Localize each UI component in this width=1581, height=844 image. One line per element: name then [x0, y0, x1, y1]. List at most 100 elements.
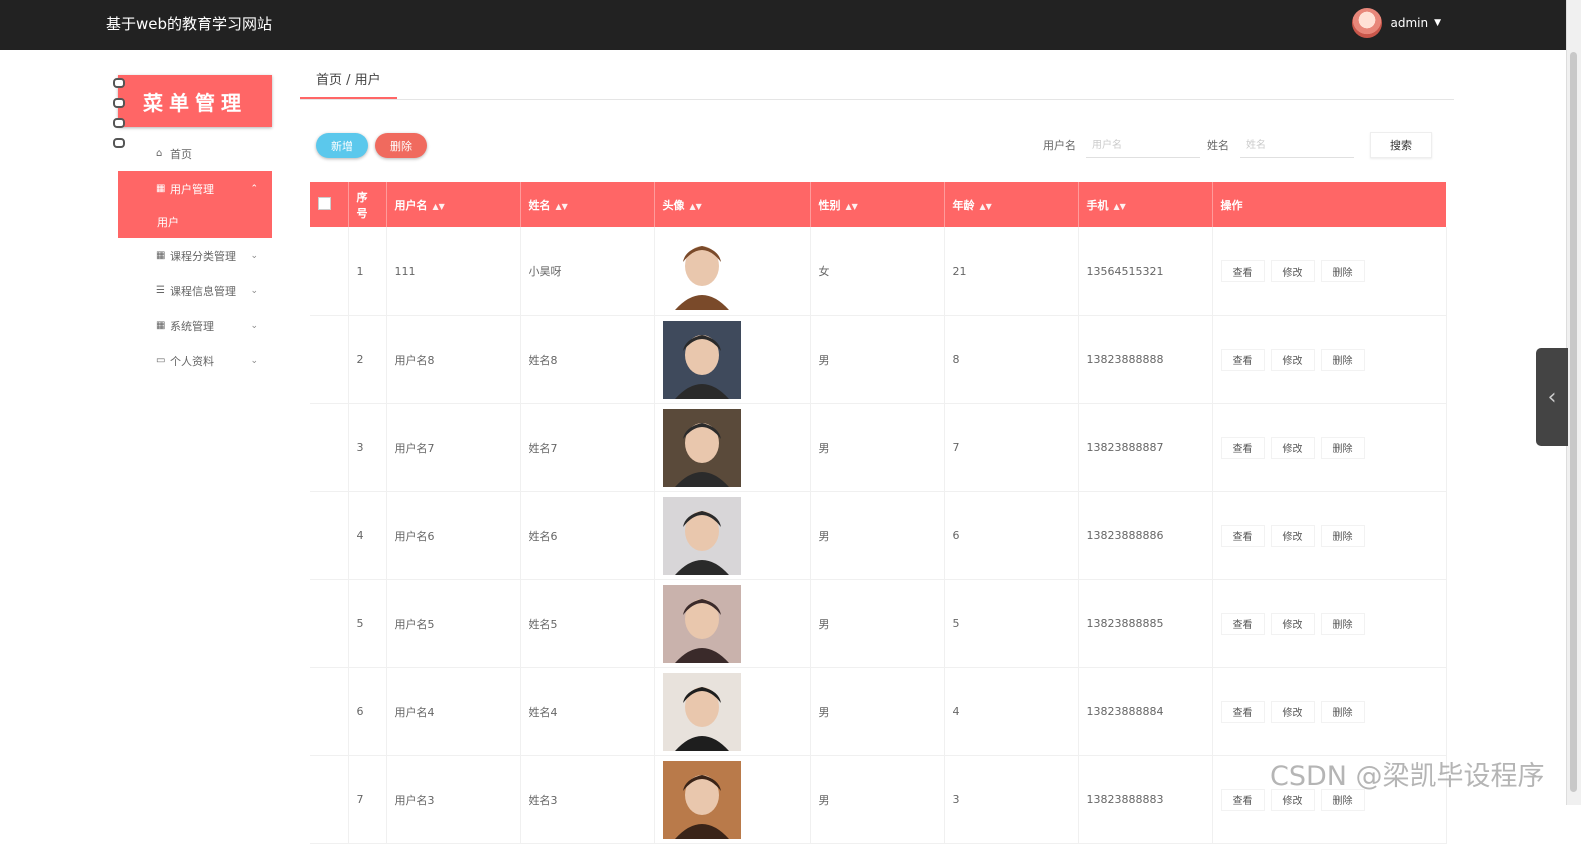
- table-row: 5 用户名5 姓名5 男 5 13823888885 查看 修改 删除: [310, 579, 1447, 668]
- column-header[interactable]: 头像 ▲▼: [654, 182, 811, 227]
- page-scrollbar[interactable]: [1566, 0, 1581, 805]
- sidebar-item-course-info[interactable]: ☰ 课程信息管理 ⌄: [118, 273, 272, 308]
- edit-button[interactable]: 修改: [1270, 436, 1315, 459]
- column-header[interactable]: 手机 ▲▼: [1078, 182, 1213, 227]
- search-button[interactable]: 搜索: [1370, 132, 1432, 158]
- row-index: 7: [348, 755, 387, 844]
- row-select-cell[interactable]: [310, 755, 349, 844]
- grid-icon: ▦: [156, 250, 166, 261]
- cell-age: 6: [944, 491, 1079, 580]
- cell-age: 7: [944, 403, 1079, 492]
- cell-username: 用户名6: [386, 491, 521, 580]
- cell-gender: 男: [810, 315, 945, 404]
- cell-phone: 13823888885: [1078, 579, 1213, 668]
- sort-icon: ▲▼: [1113, 201, 1126, 211]
- watermark: CSDN @梁凯毕设程序: [1270, 761, 1545, 792]
- cell-name: 姓名5: [520, 579, 655, 668]
- cell-gender: 男: [810, 491, 945, 580]
- column-header[interactable]: 姓名 ▲▼: [520, 182, 655, 227]
- chevron-up-icon: ⌃: [250, 183, 258, 194]
- column-header[interactable]: 用户名 ▲▼: [386, 182, 521, 227]
- username-search-input[interactable]: [1086, 134, 1200, 158]
- column-header[interactable]: 性别 ▲▼: [810, 182, 945, 227]
- caret-down-icon[interactable]: ▼: [1434, 18, 1441, 28]
- chevron-left-icon[interactable]: ‹: [1548, 385, 1557, 410]
- sidebar-item-label: 个人资料: [170, 354, 214, 368]
- row-select-cell[interactable]: [310, 315, 349, 404]
- avatar-image: [662, 760, 741, 839]
- edit-button[interactable]: 修改: [1270, 700, 1315, 723]
- table-row: 3 用户名7 姓名7 男 7 13823888887 查看 修改 删除: [310, 403, 1447, 492]
- cell-age: 3: [944, 755, 1079, 844]
- view-button[interactable]: 查看: [1220, 788, 1265, 811]
- view-button[interactable]: 查看: [1220, 524, 1265, 547]
- cell-username: 用户名8: [386, 315, 521, 404]
- top-bar: 基于web的教育学习网站 admin ▼: [0, 0, 1567, 50]
- row-select-cell[interactable]: [310, 491, 349, 580]
- cell-name: 小昊呀: [520, 227, 655, 316]
- row-select-cell[interactable]: [310, 667, 349, 756]
- view-button[interactable]: 查看: [1220, 348, 1265, 371]
- user-menu[interactable]: admin ▼: [1352, 8, 1441, 38]
- view-button[interactable]: 查看: [1220, 612, 1265, 635]
- select-all-checkbox[interactable]: [318, 196, 331, 210]
- cell-actions: 查看 修改 删除: [1212, 403, 1447, 492]
- sidebar-subitem-users[interactable]: 用户: [118, 206, 272, 238]
- user-name[interactable]: admin: [1390, 16, 1428, 30]
- row-index: 4: [348, 491, 387, 580]
- cell-age: 5: [944, 579, 1079, 668]
- delete-button[interactable]: 删除: [1320, 436, 1365, 459]
- edit-button[interactable]: 修改: [1270, 348, 1315, 371]
- delete-button[interactable]: 删除: [1320, 612, 1365, 635]
- name-search-input[interactable]: [1240, 134, 1354, 158]
- cell-name: 姓名4: [520, 667, 655, 756]
- sidebar-item-profile[interactable]: ▭ 个人资料 ⌄: [118, 343, 272, 378]
- delete-button[interactable]: 删除: [1320, 348, 1365, 371]
- view-button[interactable]: 查看: [1220, 700, 1265, 723]
- app-title: 基于web的教育学习网站: [106, 15, 273, 33]
- edit-button[interactable]: 修改: [1270, 524, 1315, 547]
- sidebar-item-user-management[interactable]: ▦ 用户管理 ⌃: [118, 171, 272, 206]
- sidebar-item-label: 系统管理: [170, 319, 214, 333]
- delete-button[interactable]: 删除: [1320, 700, 1365, 723]
- avatar-image: [662, 672, 741, 751]
- collapse-panel-tab[interactable]: ‹: [1536, 348, 1568, 446]
- view-button[interactable]: 查看: [1220, 260, 1265, 282]
- sidebar-item-label: 首页: [170, 147, 192, 161]
- column-header: 序号: [348, 182, 387, 227]
- cell-age: 8: [944, 315, 1079, 404]
- bulk-delete-button[interactable]: 删除: [375, 133, 427, 158]
- cell-phone: 13823888887: [1078, 403, 1213, 492]
- user-avatar[interactable]: [1352, 8, 1383, 38]
- row-select-cell[interactable]: [310, 403, 349, 492]
- username-filter-label: 用户名: [1043, 139, 1076, 152]
- delete-button[interactable]: 删除: [1320, 260, 1365, 282]
- cell-actions: 查看 修改 删除: [1212, 315, 1447, 404]
- edit-button[interactable]: 修改: [1270, 612, 1315, 635]
- cell-gender: 男: [810, 403, 945, 492]
- cell-username: 用户名7: [386, 403, 521, 492]
- sidebar-item-label: 用户管理: [170, 182, 214, 196]
- cell-avatar: [654, 579, 811, 668]
- column-header[interactable]: 年龄 ▲▼: [944, 182, 1079, 227]
- cell-name: 姓名6: [520, 491, 655, 580]
- cell-gender: 男: [810, 755, 945, 844]
- cell-name: 姓名3: [520, 755, 655, 844]
- avatar-image: [662, 496, 741, 575]
- edit-button[interactable]: 修改: [1270, 260, 1315, 282]
- cell-avatar: [654, 667, 811, 756]
- sidebar-item-system[interactable]: ▦ 系统管理 ⌄: [118, 308, 272, 343]
- row-select-cell[interactable]: [310, 227, 349, 316]
- row-select-cell[interactable]: [310, 579, 349, 668]
- breadcrumb-text[interactable]: 首页 / 用户: [300, 62, 397, 99]
- view-button[interactable]: 查看: [1220, 436, 1265, 459]
- add-button[interactable]: 新增: [316, 133, 368, 158]
- sidebar-item-home[interactable]: ⌂ 首页: [118, 136, 272, 171]
- menu-header: 菜单管理: [113, 75, 272, 148]
- sidebar-item-course-category[interactable]: ▦ 课程分类管理 ⌄: [118, 238, 272, 273]
- name-filter-label: 姓名: [1207, 139, 1229, 152]
- scrollbar-thumb[interactable]: [1570, 52, 1577, 792]
- select-all-header[interactable]: [310, 182, 349, 227]
- delete-button[interactable]: 删除: [1320, 524, 1365, 547]
- row-index: 5: [348, 579, 387, 668]
